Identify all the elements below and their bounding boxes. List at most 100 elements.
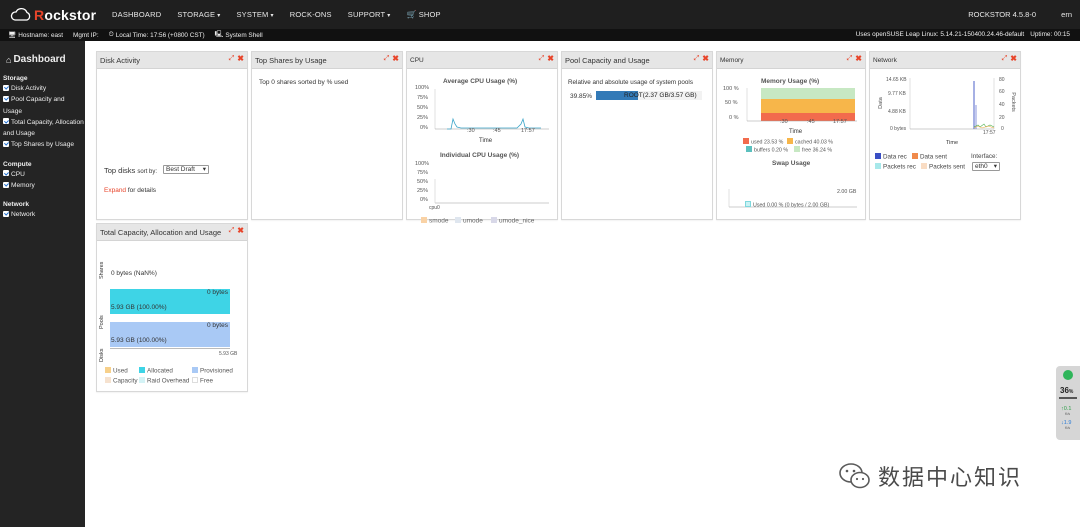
system-shell-link[interactable]: 🖳 System Shell	[215, 30, 263, 41]
caret-down-icon: ▾	[387, 13, 391, 19]
close-icon[interactable]: ✖	[855, 55, 862, 63]
legend-buffers: buffers 0.20 %	[746, 146, 788, 154]
system-monitor-tray[interactable]: 36% ↑0.1 K/s ↓1.9 K/s	[1056, 366, 1080, 440]
expand-icon[interactable]: ⤢	[1002, 55, 1008, 63]
checkbox-checked-icon[interactable]	[3, 140, 9, 147]
legend-free: free 36.24 %	[794, 146, 832, 154]
nav-shop[interactable]: 🛒 SHOP	[407, 10, 441, 19]
x-tick: :45	[807, 119, 815, 125]
top-disks-label: Top disks sort by:	[104, 166, 158, 175]
expand-icon[interactable]: ⤢	[229, 55, 235, 63]
checkbox-checked-icon[interactable]	[3, 210, 9, 217]
widget-network: Network ⤢ ✖ 14.65 KB 9.77 KB 4.88 KB 0 by…	[869, 51, 1021, 220]
pool-description: Relative and absolute usage of system po…	[568, 79, 693, 86]
checkbox-checked-icon[interactable]	[3, 84, 9, 91]
y-tick: 25%	[417, 188, 429, 194]
pool-percent: 39.85%	[570, 93, 593, 100]
sort-by-select[interactable]: Best Draft ▾	[163, 165, 209, 174]
disks-right-value: 0 bytes	[207, 322, 228, 329]
sidebar-toggle-memory[interactable]: Memory	[3, 180, 85, 191]
legend-capacity: Capacity	[105, 377, 138, 385]
row-label-pools: Pools	[99, 315, 105, 329]
sidebar-toggle-top-shares[interactable]: Top Shares by Usage	[3, 139, 85, 150]
x-tick: 17:57	[983, 130, 996, 136]
legend-provisioned: Provisioned	[192, 367, 233, 375]
pools-left-value: 5.93 GB (100.00%)	[111, 304, 167, 311]
y-left-tick: 4.88 KB	[888, 109, 906, 115]
sidebar-toggle-total-capacity[interactable]: Total Capacity, Allocation and Usage	[3, 117, 85, 140]
interface-select[interactable]: eth0 ▾	[972, 162, 1000, 171]
logo-text-prefix: R	[34, 6, 45, 23]
expand-icon[interactable]: ⤢	[229, 227, 235, 235]
widget-header: Total Capacity, Allocation and Usage ⤢ ✖	[97, 224, 247, 241]
y-left-tick: 0 bytes	[890, 126, 907, 132]
user-menu[interactable]: ern	[1061, 10, 1072, 19]
close-icon[interactable]: ✖	[1010, 55, 1017, 63]
close-icon[interactable]: ✖	[702, 55, 709, 63]
legend-free: Free	[192, 377, 213, 385]
y-right-label: Packets	[1009, 92, 1016, 112]
cloud-icon	[10, 8, 31, 21]
y-tick: 75%	[417, 170, 429, 176]
pools-right-value: 0 bytes	[207, 289, 228, 296]
widget-title: Network	[873, 56, 897, 64]
mem-cached-band	[761, 99, 855, 113]
close-icon[interactable]: ✖	[237, 227, 244, 235]
caret-down-icon: ▾	[270, 13, 274, 19]
expand-icon[interactable]: ⤢	[539, 55, 545, 63]
nav-system[interactable]: SYSTEM ▾	[236, 10, 273, 19]
sidebar-toggle-pool-capacity[interactable]: Pool Capacity and Usage	[3, 94, 85, 117]
checkbox-checked-icon[interactable]	[3, 181, 9, 188]
nav-rock-ons[interactable]: ROCK-ONS	[290, 10, 332, 19]
sidebar-section-storage: Storage	[3, 75, 28, 82]
y-tick: 0%	[420, 197, 428, 203]
expand-link[interactable]: Expand	[104, 187, 126, 194]
x-axis-label: Time	[479, 138, 493, 144]
sidebar-section-compute: Compute	[3, 160, 32, 168]
mem-free-band	[761, 88, 855, 99]
nav-storage[interactable]: STORAGE ▾	[177, 10, 220, 19]
os-info: Uses openSUSE Leap Linux: 5.14.21-150400…	[855, 31, 1025, 38]
expand-icon[interactable]: ⤢	[694, 55, 700, 63]
expand-suffix: for details	[127, 187, 157, 194]
sidebar-toggle-disk-activity[interactable]: Disk Activity	[3, 83, 85, 94]
nav-support[interactable]: SUPPORT ▾	[348, 10, 391, 19]
nav-dashboard[interactable]: DASHBOARD	[112, 10, 161, 19]
rockstor-logo[interactable]: Rockstor	[10, 7, 102, 23]
close-icon[interactable]: ✖	[547, 55, 554, 63]
legend-allocated: Allocated	[139, 367, 173, 375]
individual-cpu-chart-title: Individual CPU Usage (%)	[440, 152, 520, 159]
legend-raid-overhead: Raid Overhead	[139, 377, 189, 385]
chevron-down-icon: ▾	[202, 166, 206, 173]
close-icon[interactable]: ✖	[237, 55, 244, 63]
top-navbar: Rockstor DASHBOARD STORAGE ▾ SYSTEM ▾ ROCK…	[0, 0, 1080, 29]
pool-usage-bar: ROOT(2.37 GB/3.57 GB)	[596, 91, 702, 100]
checkbox-checked-icon[interactable]	[3, 95, 9, 102]
y-right-tick: 20	[999, 115, 1005, 121]
checkbox-checked-icon[interactable]	[3, 170, 9, 177]
disks-left-value: 5.93 GB (100.00%)	[111, 337, 167, 344]
widget-title: Memory	[720, 56, 744, 64]
watermark: 数据中心知识	[838, 460, 1022, 492]
expand-icon[interactable]: ⤢	[847, 55, 853, 63]
main-nav: DASHBOARD STORAGE ▾ SYSTEM ▾ ROCK-ONS SUPP…	[112, 10, 457, 19]
version-label: ROCKSTOR 4.5.8-0	[968, 10, 1036, 19]
sidebar-toggle-cpu[interactable]: CPU	[3, 169, 85, 180]
terminal-icon: 🖳	[214, 30, 224, 38]
checkbox-checked-icon[interactable]	[3, 118, 9, 125]
y-right-tick: 80	[999, 77, 1005, 83]
close-icon[interactable]: ✖	[392, 55, 399, 63]
legend-umode: umode	[455, 217, 483, 225]
expand-icon[interactable]: ⤢	[384, 55, 390, 63]
y-left-tick: 9.77 KB	[888, 91, 906, 97]
sidebar-toggle-network[interactable]: Network	[3, 209, 85, 220]
x-tick: 17:57	[521, 128, 535, 134]
widget-title: CPU	[410, 56, 424, 64]
mgmt-ip-item: Mgmt IP:	[73, 31, 99, 39]
y-right-tick: 0	[1001, 126, 1004, 132]
caret-down-icon: ▾	[217, 13, 221, 19]
shield-check-icon	[1063, 370, 1073, 380]
y-right-tick: 60	[999, 89, 1005, 95]
widget-header: Memory ⤢ ✖	[717, 52, 865, 69]
x-tick: :30	[467, 128, 475, 134]
